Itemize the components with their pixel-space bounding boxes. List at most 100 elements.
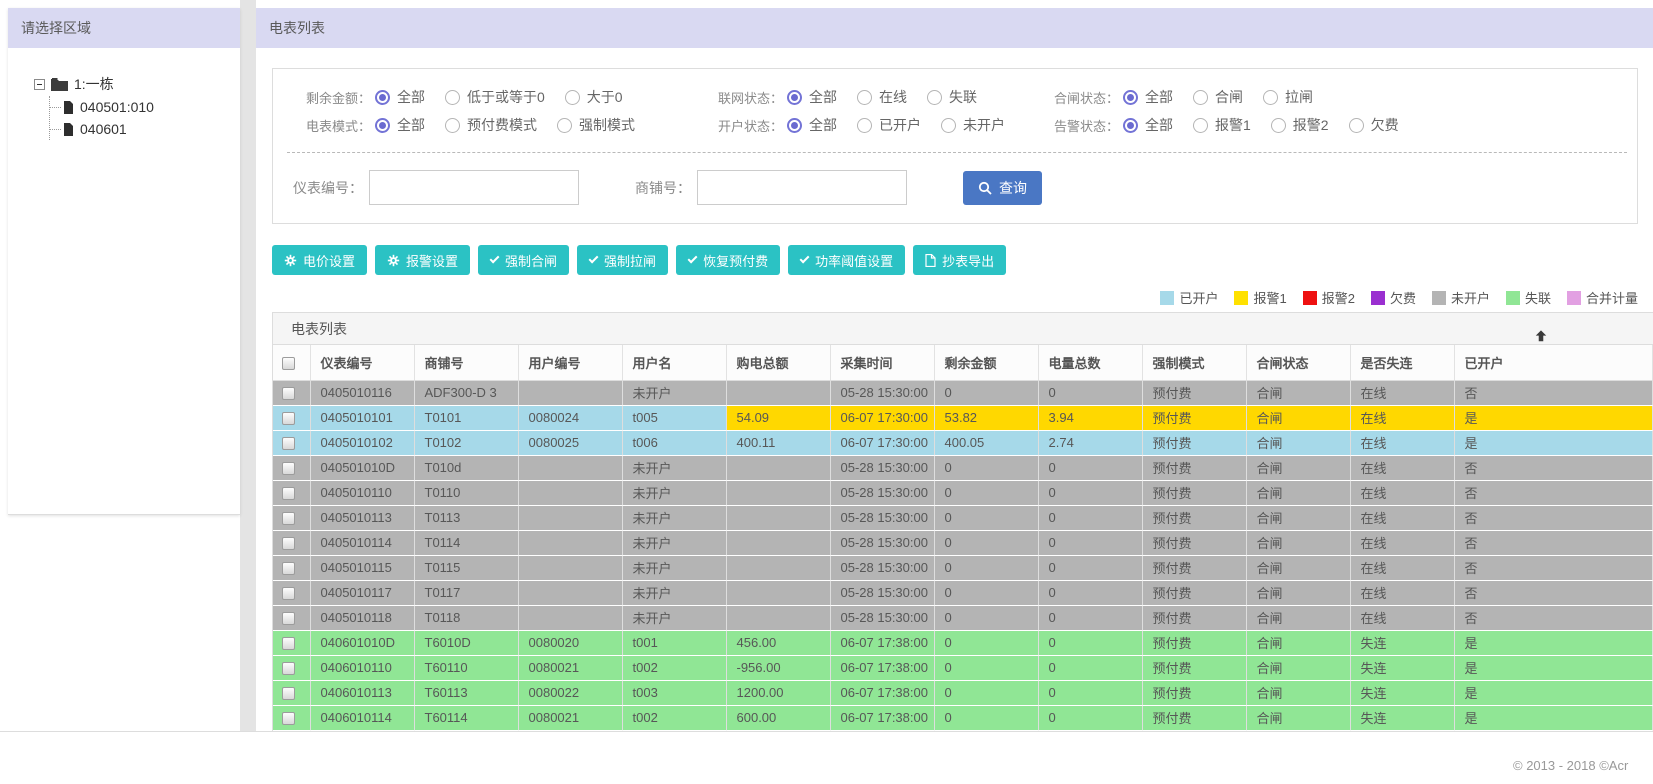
radio-icon[interactable] <box>564 89 580 105</box>
filter-group: 开户状态： 全部 已开户 未开户 <box>695 115 1031 135</box>
radio-option[interactable]: 低于或等于0 <box>445 87 545 107</box>
table-cell: 合闸 <box>1246 455 1351 481</box>
radio-icon[interactable] <box>857 89 872 105</box>
radio-icon[interactable] <box>445 117 460 133</box>
row-checkbox[interactable] <box>282 637 295 651</box>
radio-icon[interactable] <box>857 117 872 133</box>
row-checkbox[interactable] <box>282 712 295 726</box>
legend-swatch <box>1370 290 1385 305</box>
radio-icon[interactable] <box>787 117 802 133</box>
radio-option[interactable]: 强制模式 <box>557 115 635 135</box>
collapse-up-icon[interactable] <box>1534 322 1548 354</box>
radio-option-label: 低于或等于0 <box>467 89 545 105</box>
shop-number-input[interactable] <box>697 170 907 205</box>
table-cell: 未开户 <box>622 505 727 531</box>
table-cell: 0405010110 <box>310 480 415 506</box>
tree-node[interactable]: 040601 <box>50 118 240 140</box>
radio-icon[interactable] <box>1193 117 1208 133</box>
row-checkbox[interactable] <box>282 437 295 451</box>
action-button[interactable]: 功率阈值设置 <box>788 245 906 275</box>
tree-node-root[interactable]: 1:一栋 <box>34 74 240 94</box>
radio-option[interactable]: 已开户 <box>857 115 921 135</box>
radio-option-label: 大于0 <box>586 89 623 105</box>
row-checkbox[interactable] <box>282 512 295 526</box>
shop-number-label: 商铺号： <box>635 179 691 196</box>
radio-icon[interactable] <box>375 89 390 105</box>
select-all-checkbox[interactable] <box>282 356 295 370</box>
action-button[interactable]: 强制拉闸 <box>577 245 669 275</box>
radio-icon[interactable] <box>1193 89 1208 105</box>
table-cell: 在线 <box>1350 405 1455 431</box>
row-select-cell <box>273 680 311 706</box>
radio-option[interactable]: 合闸 <box>1193 87 1243 107</box>
radio-icon[interactable] <box>1123 117 1138 133</box>
radio-icon[interactable] <box>941 117 956 133</box>
action-button[interactable]: 电价设置 <box>272 245 368 275</box>
radio-option[interactable]: 报警2 <box>1270 115 1329 135</box>
table-cell <box>518 555 623 581</box>
radio-option[interactable]: 全部 <box>375 115 425 135</box>
table-cell: 未开户 <box>622 530 727 556</box>
table-cell: 0 <box>1038 655 1143 681</box>
table-row: 040501010D T010d 未开户 05-28 15:30:00 0 0 预付费 合闸在… <box>273 455 1653 481</box>
radio-icon[interactable] <box>787 89 802 105</box>
radio-option[interactable]: 全部 <box>787 87 837 107</box>
radio-option[interactable]: 大于0 <box>564 87 623 107</box>
action-button[interactable]: 强制合闸 <box>478 245 570 275</box>
table-cell: 合闸 <box>1246 480 1351 506</box>
radio-icon[interactable] <box>1263 89 1278 105</box>
table-cell: ADF300-D 3 <box>414 380 519 406</box>
radio-option[interactable]: 欠费 <box>1348 115 1399 135</box>
tree-node[interactable]: 040501:010 <box>50 96 240 118</box>
row-checkbox[interactable] <box>282 662 295 676</box>
radio-option[interactable]: 全部 <box>1123 87 1173 107</box>
radio-option[interactable]: 拉闸 <box>1263 87 1313 107</box>
radio-option[interactable]: 未开户 <box>941 115 1005 135</box>
action-button-label: 恢复预付费 <box>703 253 769 269</box>
column-header: 是否失连 <box>1350 345 1455 381</box>
meter-table-panel: 电表列表 仪表编号 商铺号 用户编号 用户名 购电总额 采集时间 剩余金额 电量… <box>272 312 1653 761</box>
table-cell: 06-07 17:38:00 <box>830 680 935 706</box>
row-checkbox[interactable] <box>282 587 295 601</box>
row-checkbox[interactable] <box>282 487 295 501</box>
row-checkbox[interactable] <box>282 562 295 576</box>
action-button-label: 抄表导出 <box>942 253 995 269</box>
radio-option[interactable]: 全部 <box>1123 115 1173 135</box>
table-cell: t001 <box>622 630 727 656</box>
tree-collapse-icon[interactable] <box>34 78 45 90</box>
table-cell: 06-07 17:38:00 <box>830 655 935 681</box>
row-checkbox[interactable] <box>282 412 295 426</box>
radio-option[interactable]: 全部 <box>375 87 425 107</box>
action-button[interactable]: 报警设置 <box>375 245 471 275</box>
radio-icon[interactable] <box>1123 89 1138 105</box>
radio-icon[interactable] <box>927 89 942 105</box>
tree-node-label: 040501:010 <box>80 99 154 115</box>
row-checkbox[interactable] <box>282 612 295 626</box>
meter-number-label: 仪表编号： <box>293 179 363 196</box>
radio-icon[interactable] <box>557 117 572 133</box>
table-row: 0405010114 T0114 未开户 05-28 15:30:00 0 0 预付费 合闸在… <box>273 530 1653 556</box>
row-checkbox[interactable] <box>282 462 295 476</box>
meter-number-input[interactable] <box>369 170 579 205</box>
query-button[interactable]: 查询 <box>963 170 1042 205</box>
row-checkbox[interactable] <box>282 687 295 701</box>
radio-icon[interactable] <box>375 117 390 133</box>
radio-option[interactable]: 在线 <box>857 87 907 107</box>
radio-icon[interactable] <box>1348 117 1364 133</box>
radio-option[interactable]: 全部 <box>787 115 837 135</box>
table-cell: 2.74 <box>1038 430 1143 456</box>
action-button[interactable]: 抄表导出 <box>913 245 1007 275</box>
radio-option[interactable]: 预付费模式 <box>445 115 537 135</box>
action-button[interactable]: 恢复预付费 <box>676 245 781 275</box>
radio-option[interactable]: 报警1 <box>1193 115 1251 135</box>
row-checkbox[interactable] <box>282 537 295 551</box>
table-cell: 0406010113 <box>310 680 415 706</box>
radio-icon[interactable] <box>1270 117 1286 133</box>
radio-icon[interactable] <box>445 89 460 105</box>
radio-option-label: 全部 <box>1145 89 1173 105</box>
table-cell: 在线 <box>1350 380 1455 406</box>
row-checkbox[interactable] <box>282 387 295 401</box>
table-cell: 05-28 15:30:00 <box>830 580 935 606</box>
radio-option[interactable]: 失联 <box>927 87 977 107</box>
radio-option-label: 预付费模式 <box>467 117 537 133</box>
